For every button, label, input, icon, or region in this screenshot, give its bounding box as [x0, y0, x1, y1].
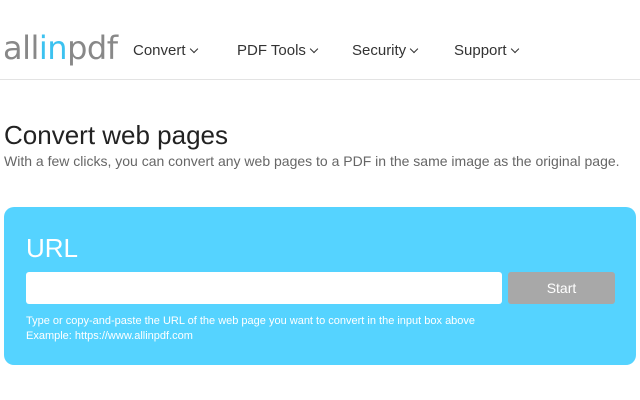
site-header: allinpdf Convert PDF Tools Security Supp… [0, 0, 640, 80]
start-button[interactable]: Start [508, 272, 615, 304]
nav-pdf-tools[interactable]: PDF Tools [237, 42, 319, 60]
help-text-instruction: Type or copy-and-paste the URL of the we… [26, 315, 476, 327]
logo-text-all: all [3, 29, 39, 67]
nav-support-label: Support [454, 42, 507, 59]
help-text-example: Example: https://www.allinpdf.com [26, 330, 193, 342]
allinpdf-logo[interactable]: allinpdf [3, 28, 118, 68]
page-subtitle: With a few clicks, you can convert any w… [4, 153, 620, 169]
nav-pdf-tools-label: PDF Tools [237, 42, 306, 59]
nav-convert[interactable]: Convert [133, 42, 198, 60]
chevron-down-icon [510, 44, 519, 54]
nav-support[interactable]: Support [454, 42, 519, 60]
help-text: Type or copy-and-paste the URL of the we… [26, 314, 475, 344]
logo-text-in: in [38, 29, 68, 67]
nav-convert-label: Convert [133, 42, 186, 59]
chevron-down-icon [189, 44, 198, 54]
url-input[interactable] [26, 272, 502, 304]
nav-security[interactable]: Security [352, 42, 419, 60]
logo-text-pdf: pdf [67, 29, 118, 67]
nav-security-label: Security [352, 42, 407, 59]
page-title: Convert web pages [4, 120, 229, 150]
chevron-down-icon [409, 44, 419, 54]
url-panel: URL Start Type or copy-and-paste the URL… [4, 207, 636, 365]
chevron-down-icon [309, 44, 319, 54]
url-label: URL [26, 233, 79, 263]
